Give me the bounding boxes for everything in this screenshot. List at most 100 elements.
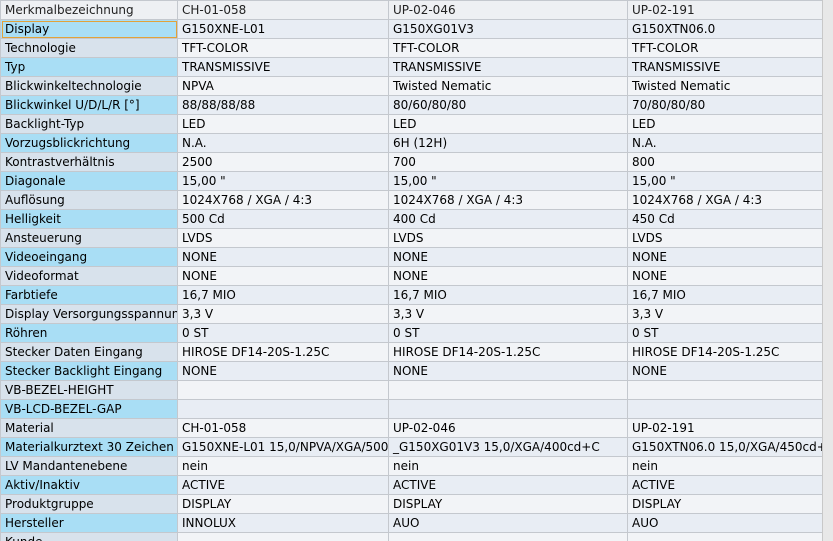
value-cell[interactable]: DISPLAY <box>388 494 628 514</box>
value-cell[interactable]: CH-01-058 <box>177 418 389 438</box>
value-cell[interactable] <box>177 399 389 419</box>
table-row[interactable]: Kunde <box>0 532 824 541</box>
column-header-material-2[interactable]: UP-02-046 <box>388 0 628 20</box>
table-row[interactable]: Blickwinkel U/D/L/R [°] 88/88/88/88 80/60/… <box>0 95 824 115</box>
characteristic-label[interactable]: Videoformat <box>0 266 178 286</box>
value-cell[interactable]: _G150XG01V3 15,0/XGA/400cd+C <box>388 437 628 457</box>
table-row[interactable]: LV Mandantenebene nein nein nein <box>0 456 824 476</box>
characteristic-label[interactable]: Blickwinkel U/D/L/R [°] <box>0 95 178 115</box>
table-row[interactable]: Videoformat NONE NONE NONE <box>0 266 824 286</box>
value-cell[interactable] <box>388 532 628 541</box>
value-cell[interactable]: UP-02-046 <box>388 418 628 438</box>
value-cell[interactable] <box>388 380 628 400</box>
table-row[interactable]: Backlight-Typ LED LED LED <box>0 114 824 134</box>
characteristic-label[interactable]: Display Versorgungsspannung <box>0 304 178 324</box>
value-cell[interactable]: LED <box>388 114 628 134</box>
value-cell[interactable]: ACTIVE <box>177 475 389 495</box>
value-cell[interactable]: nein <box>388 456 628 476</box>
value-cell[interactable]: 80/60/80/80 <box>388 95 628 115</box>
value-cell[interactable] <box>177 532 389 541</box>
characteristic-label[interactable]: Materialkurztext 30 Zeichen <box>0 437 178 457</box>
characteristic-label[interactable]: Diagonale <box>0 171 178 191</box>
column-header-material-1[interactable]: CH-01-058 <box>177 0 389 20</box>
column-header-characteristic[interactable]: Merkmalbezeichnung <box>0 0 178 20</box>
value-cell[interactable]: 400 Cd <box>388 209 628 229</box>
value-cell[interactable]: N.A. <box>177 133 389 153</box>
table-row[interactable]: Blickwinkeltechnologie NPVA Twisted Nemati… <box>0 76 824 96</box>
value-cell[interactable]: 16,7 MIO <box>177 285 389 305</box>
value-cell[interactable]: 2500 <box>177 152 389 172</box>
value-cell[interactable]: 1024X768 / XGA / 4:3 <box>388 190 628 210</box>
characteristic-label[interactable]: VB-LCD-BEZEL-GAP <box>0 399 178 419</box>
characteristic-label[interactable]: LV Mandantenebene <box>0 456 178 476</box>
value-cell[interactable]: INNOLUX <box>177 513 389 533</box>
value-cell[interactable]: TFT-COLOR <box>177 38 389 58</box>
table-row[interactable]: Ansteuerung LVDS LVDS LVDS <box>0 228 824 248</box>
characteristic-label[interactable]: Auflösung <box>0 190 178 210</box>
value-cell[interactable]: LED <box>177 114 389 134</box>
value-cell[interactable]: 70/80/80/80 <box>627 95 824 115</box>
value-cell[interactable]: nein <box>627 456 824 476</box>
value-cell[interactable]: NONE <box>177 266 389 286</box>
value-cell[interactable]: 3,3 V <box>388 304 628 324</box>
value-cell[interactable]: AUO <box>627 513 824 533</box>
table-row[interactable]: Kontrastverhältnis 2500 700 800 <box>0 152 824 172</box>
table-row[interactable]: Vorzugsblickrichtung N.A. 6H (12H) N.A. <box>0 133 824 153</box>
value-cell[interactable] <box>177 380 389 400</box>
characteristic-label[interactable]: Kunde <box>0 532 178 541</box>
value-cell[interactable]: 15,00 " <box>627 171 824 191</box>
characteristic-label[interactable]: Farbtiefe <box>0 285 178 305</box>
table-row[interactable]: Stecker Backlight Eingang NONE NONE NONE <box>0 361 824 381</box>
characteristic-label[interactable]: Ansteuerung <box>0 228 178 248</box>
value-cell[interactable]: 1024X768 / XGA / 4:3 <box>177 190 389 210</box>
value-cell[interactable]: 16,7 MIO <box>388 285 628 305</box>
table-row[interactable]: Typ TRANSMISSIVE TRANSMISSIVE TRANSMISSIVE <box>0 57 824 77</box>
value-cell[interactable]: NONE <box>627 361 824 381</box>
characteristic-label[interactable]: Hersteller <box>0 513 178 533</box>
value-cell[interactable]: AUO <box>388 513 628 533</box>
value-cell[interactable]: 15,00 " <box>388 171 628 191</box>
value-cell[interactable] <box>388 399 628 419</box>
value-cell[interactable]: NPVA <box>177 76 389 96</box>
table-row[interactable]: Stecker Daten Eingang HIROSE DF14-20S-1.2… <box>0 342 824 362</box>
table-row[interactable]: Farbtiefe 16,7 MIO 16,7 MIO 16,7 MIO <box>0 285 824 305</box>
table-row[interactable]: Aktiv/Inaktiv ACTIVE ACTIVE ACTIVE <box>0 475 824 495</box>
characteristic-label[interactable]: Display <box>0 19 178 39</box>
value-cell[interactable]: G150XTN06.0 <box>627 19 824 39</box>
value-cell[interactable]: TRANSMISSIVE <box>177 57 389 77</box>
value-cell[interactable]: 3,3 V <box>177 304 389 324</box>
characteristic-label[interactable]: Material <box>0 418 178 438</box>
value-cell[interactable]: NONE <box>627 247 824 267</box>
table-row[interactable]: Produktgruppe DISPLAY DISPLAY DISPLAY <box>0 494 824 514</box>
value-cell[interactable]: 0 ST <box>177 323 389 343</box>
table-row[interactable]: Videoeingang NONE NONE NONE <box>0 247 824 267</box>
value-cell[interactable]: 700 <box>388 152 628 172</box>
value-cell[interactable]: 500 Cd <box>177 209 389 229</box>
characteristic-label[interactable]: Stecker Daten Eingang <box>0 342 178 362</box>
value-cell[interactable]: LVDS <box>388 228 628 248</box>
table-row[interactable]: Hersteller INNOLUX AUO AUO <box>0 513 824 533</box>
value-cell[interactable]: ACTIVE <box>388 475 628 495</box>
value-cell[interactable]: 3,3 V <box>627 304 824 324</box>
value-cell[interactable]: 800 <box>627 152 824 172</box>
value-cell[interactable]: HIROSE DF14-20S-1.25C <box>177 342 389 362</box>
value-cell[interactable] <box>627 532 824 541</box>
characteristic-label[interactable]: Stecker Backlight Eingang <box>0 361 178 381</box>
characteristic-label[interactable]: Helligkeit <box>0 209 178 229</box>
value-cell[interactable]: 88/88/88/88 <box>177 95 389 115</box>
value-cell[interactable]: NONE <box>388 247 628 267</box>
characteristic-label[interactable]: Kontrastverhältnis <box>0 152 178 172</box>
value-cell[interactable] <box>627 399 824 419</box>
table-row[interactable]: Helligkeit 500 Cd 400 Cd 450 Cd <box>0 209 824 229</box>
value-cell[interactable]: nein <box>177 456 389 476</box>
column-header-material-3[interactable]: UP-02-191 <box>627 0 824 20</box>
value-cell[interactable]: NONE <box>388 361 628 381</box>
characteristic-label[interactable]: Produktgruppe <box>0 494 178 514</box>
characteristic-label[interactable]: Videoeingang <box>0 247 178 267</box>
value-cell[interactable]: NONE <box>388 266 628 286</box>
value-cell[interactable]: TRANSMISSIVE <box>627 57 824 77</box>
table-row[interactable]: Display Versorgungsspannung 3,3 V 3,3 V 3,3… <box>0 304 824 324</box>
value-cell[interactable]: LVDS <box>627 228 824 248</box>
value-cell[interactable]: 6H (12H) <box>388 133 628 153</box>
value-cell[interactable]: 0 ST <box>388 323 628 343</box>
